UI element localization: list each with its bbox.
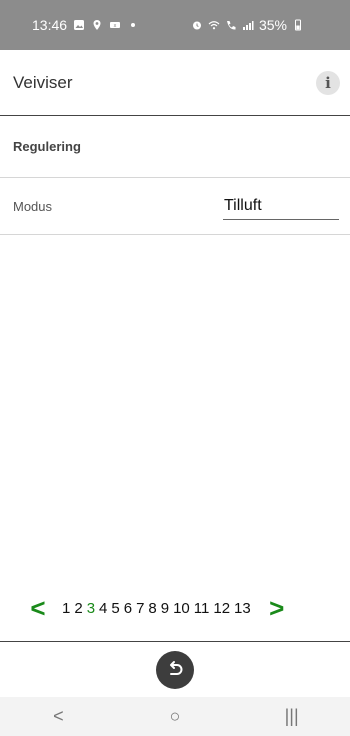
dot-icon [127,19,139,31]
page-number[interactable]: 4 [99,600,107,617]
nav-back-button[interactable]: < [28,706,88,727]
page-number[interactable]: 13 [234,600,251,617]
mode-input[interactable]: Tilluft [223,193,339,220]
page-number[interactable]: 7 [136,600,144,617]
page-number[interactable]: 1 [62,600,70,617]
call-signal-icon [225,19,237,31]
page-number[interactable]: 10 [173,600,190,617]
status-left: 13:46 x [32,17,191,33]
battery-icon [292,19,304,31]
info-icon[interactable]: i [316,70,340,95]
svg-text:x: x [114,23,117,29]
section-title: Regulering [13,139,81,154]
next-page-button[interactable]: > [259,593,295,624]
sync-icon: x [109,19,121,31]
mode-field-row: Modus Tilluft [0,178,350,235]
system-nav-bar: < ○ ||| [0,697,350,736]
battery-percent: 35% [258,17,287,33]
page-number[interactable]: 11 [194,600,210,617]
signal-bars-icon [242,19,254,31]
section-header: Regulering [0,116,350,178]
page-number[interactable]: 6 [124,600,132,617]
nav-recents-button[interactable]: ||| [262,706,322,727]
page-number[interactable]: 9 [161,600,169,617]
page-number[interactable]: 12 [213,600,230,617]
mode-label: Modus [13,198,53,214]
status-right: 35% [191,17,304,33]
page-list: 1 2 3 4 5 6 7 8 9 10 11 12 13 [62,600,251,617]
app-header: Veiviser i [0,50,350,116]
undo-icon [170,660,183,675]
prev-page-button[interactable]: < [20,593,56,624]
page-title: Veiviser [13,72,73,92]
bottom-action-bar [0,641,350,697]
nav-home-button[interactable]: ○ [145,706,205,727]
status-time: 13:46 [32,17,68,33]
gallery-icon [73,19,85,31]
page-number-current[interactable]: 3 [87,600,95,617]
status-bar: 13:46 x 35% [0,0,350,50]
page-number[interactable]: 8 [148,600,156,617]
pager: < 1 2 3 4 5 6 7 8 9 10 11 12 13 > [0,588,350,628]
undo-back-button[interactable] [156,650,194,689]
wifi-icon [208,19,220,31]
location-icon [91,19,103,31]
alarm-icon [191,19,203,31]
page-number[interactable]: 5 [111,600,119,617]
page-number[interactable]: 2 [74,600,82,617]
